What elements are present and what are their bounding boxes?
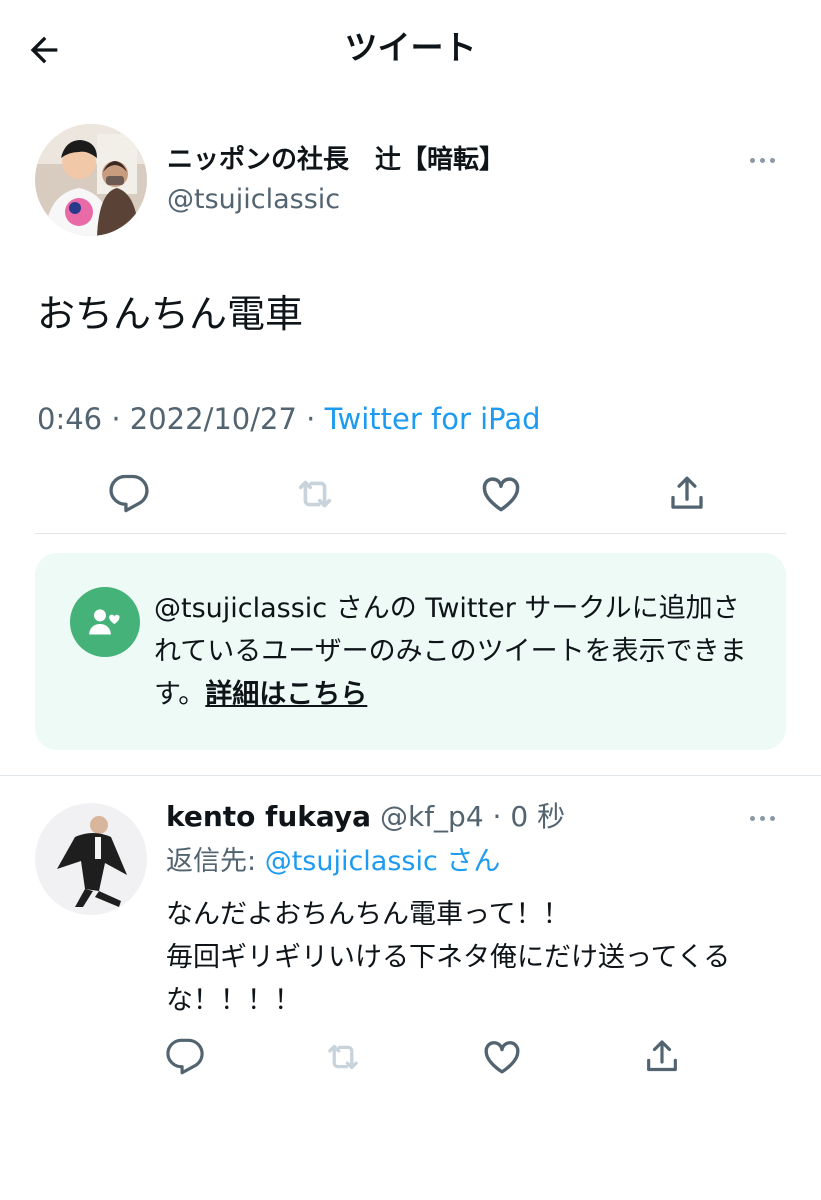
divider bbox=[0, 775, 821, 776]
like-button[interactable] bbox=[471, 464, 531, 524]
tweet-meta: 0:46 · 2022/10/27 · Twitter for iPad bbox=[37, 398, 541, 440]
divider bbox=[35, 533, 786, 534]
reply-author-name[interactable]: kento fukaya bbox=[166, 800, 371, 833]
reply-to-line: 返信先: @tsujiclassic さん bbox=[166, 842, 500, 882]
share-icon bbox=[647, 1040, 677, 1072]
more-options-button[interactable] bbox=[750, 150, 775, 170]
share-button[interactable] bbox=[657, 464, 717, 524]
tweet-text: おちんちん電車 bbox=[37, 292, 304, 336]
tweet-time: 0:46 bbox=[37, 402, 103, 436]
reply-share-button[interactable] bbox=[632, 1027, 692, 1087]
reply-text: なんだよおちんちん電車って！！ 毎回ギリギリいける下ネタ俺にだけ送ってくるな！！… bbox=[166, 899, 731, 1016]
reply-button[interactable] bbox=[99, 464, 159, 524]
more-dots-icon bbox=[750, 815, 755, 821]
author-name[interactable]: ニッポンの社長 辻【暗転】 bbox=[167, 142, 505, 178]
circle-notice-text: @tsujiclassic さんの Twitter サークルに追加されているユー… bbox=[154, 587, 766, 716]
reply-time: 0 秒 bbox=[510, 800, 566, 833]
reply-icon bbox=[166, 1038, 204, 1075]
retweet-icon bbox=[298, 480, 332, 508]
heart-icon bbox=[484, 1041, 520, 1074]
circle-people-icon bbox=[70, 587, 140, 657]
retweet-button bbox=[285, 464, 345, 524]
tweet-source-link[interactable]: Twitter for iPad bbox=[325, 402, 541, 436]
learn-more-link[interactable]: 詳細はこちら bbox=[205, 679, 367, 710]
meta-separator: · bbox=[306, 402, 325, 436]
more-dots-icon bbox=[750, 157, 755, 163]
meta-separator: · bbox=[111, 402, 130, 436]
tweet-date: 2022/10/27 bbox=[129, 402, 297, 436]
reply-author-handle[interactable]: @kf_p4 bbox=[380, 800, 484, 833]
reply-retweet-button bbox=[313, 1027, 373, 1087]
reply-author-avatar[interactable] bbox=[35, 803, 147, 915]
reply-reply-button[interactable] bbox=[155, 1027, 215, 1087]
share-icon bbox=[671, 476, 703, 509]
reply-separator: · bbox=[483, 800, 511, 833]
heart-icon bbox=[482, 477, 520, 512]
reply-more-options-button[interactable] bbox=[750, 808, 775, 828]
retweet-icon bbox=[328, 1044, 358, 1070]
reply-icon bbox=[109, 474, 149, 513]
reply-to-label: 返信先: bbox=[166, 846, 265, 877]
reply-to-handle[interactable]: @tsujiclassic さん bbox=[265, 846, 501, 877]
reply-like-button[interactable] bbox=[472, 1027, 532, 1087]
author-handle[interactable]: @tsujiclassic bbox=[167, 182, 340, 218]
page-title: ツイート bbox=[344, 28, 477, 67]
author-avatar[interactable] bbox=[35, 124, 147, 236]
reply-header: kento fukaya @kf_p4 · 0 秒 bbox=[166, 797, 565, 837]
